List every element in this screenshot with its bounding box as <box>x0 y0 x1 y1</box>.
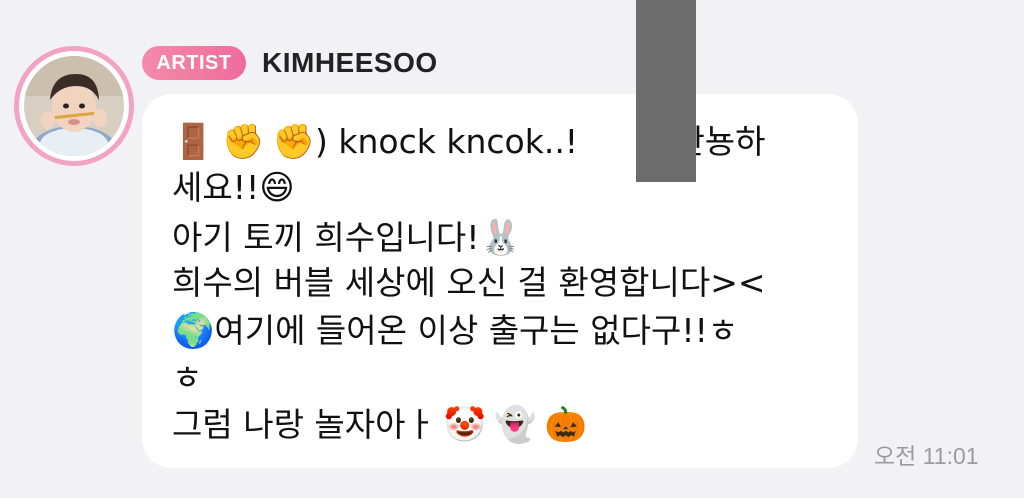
avatar[interactable] <box>24 56 124 156</box>
message-line-2: 세요!! 😄 <box>172 163 295 213</box>
message-text: 희수의 버블 세상에 오신 걸 환영합니다>< <box>172 263 766 302</box>
message-line-3: 아기 토끼 희수입니다! 🐰 <box>172 213 522 263</box>
message-line-4: 희수의 버블 세상에 오신 걸 환영합니다>< <box>172 258 766 308</box>
message-text: 세요!! <box>172 168 260 207</box>
avatar-border <box>19 51 129 161</box>
rabbit-face-emoji-icon: 🐰 <box>479 218 522 258</box>
message-line-6: ㅎ <box>172 353 202 403</box>
raised-fist-emoji-icon: ✊ <box>272 122 316 162</box>
redaction-overlay <box>636 0 696 182</box>
message-text: ㅎ <box>172 358 203 397</box>
avatar-ring[interactable] <box>14 46 134 166</box>
message-timestamp: 오전 11:01 <box>874 443 979 469</box>
message-text: ) knock kncok..! <box>315 122 579 161</box>
message-text: 여기에 들어온 이상 출구는 없다구!!ㅎ <box>214 311 739 350</box>
raised-fist-emoji-icon: ✊ <box>222 122 265 162</box>
message-line-7: 그럼 나랑 놀자아ㅏ 🤡 👻 🎃 <box>172 400 587 450</box>
globe-emoji-icon: 🌍 <box>172 311 215 351</box>
grinning-face-emoji-icon: 😄 <box>259 168 295 208</box>
message-line-5: 🌍 여기에 들어온 이상 출구는 없다구!!ㅎ <box>172 306 738 356</box>
jack-o-lantern-emoji-icon: 🎃 <box>544 405 587 445</box>
ghost-emoji-icon: 👻 <box>494 405 537 445</box>
sender-name: KIMHEESOO <box>262 47 438 78</box>
message-text: 그럼 나랑 놀자아ㅏ <box>172 405 436 444</box>
door-emoji-icon: 🚪 <box>172 122 215 162</box>
clown-face-emoji-icon: 🤡 <box>443 405 487 445</box>
message-text: 아기 토끼 희수입니다! <box>172 218 480 257</box>
artist-badge: ARTIST <box>142 46 246 80</box>
